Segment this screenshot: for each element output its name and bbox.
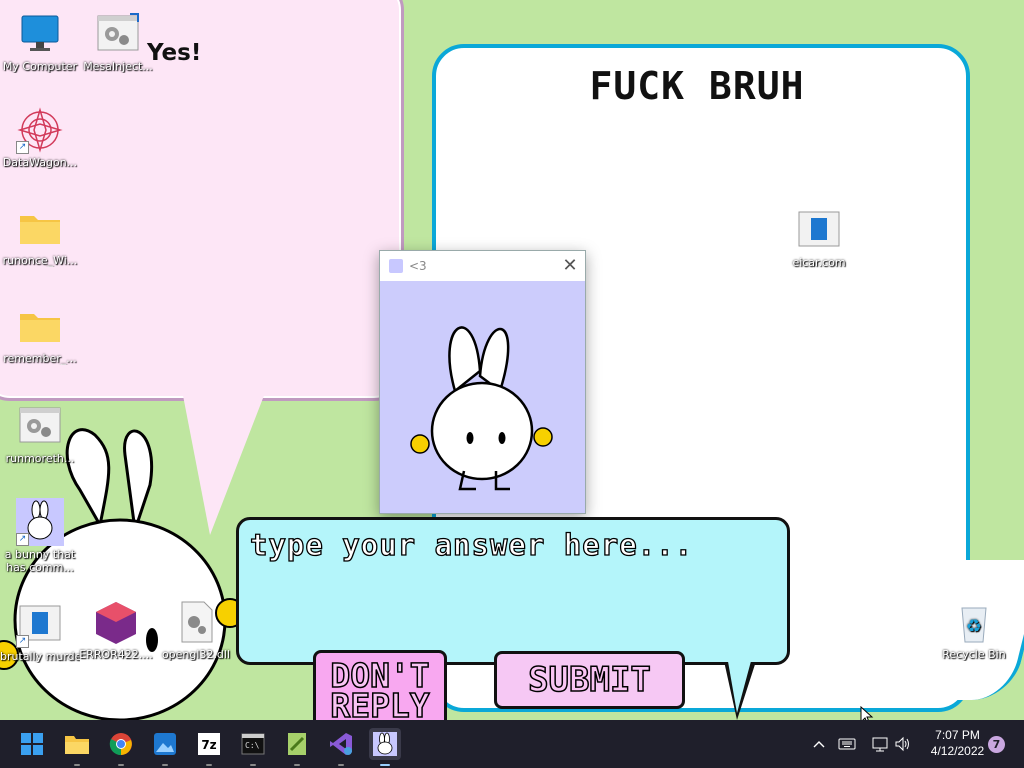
clock-date: 4/12/2022 <box>930 744 985 758</box>
cube-icon <box>92 598 140 646</box>
folder-icon <box>16 302 64 350</box>
bunny-icon: ↗ <box>16 498 64 546</box>
active-indicator <box>380 764 390 766</box>
network-icon <box>872 737 888 752</box>
datawagon-shortcut[interactable]: ↗ DataWagon... <box>0 106 80 169</box>
bunny-illustration <box>410 326 553 491</box>
runmoreth-shortcut[interactable]: runmoreth... <box>0 402 80 465</box>
recycle-bin[interactable]: ♻ Recycle Bin <box>934 598 1014 661</box>
monitor-icon <box>16 10 64 58</box>
dialog-body <box>380 281 585 513</box>
photos-icon <box>154 733 176 755</box>
blue-document-icon: ↗ <box>16 600 64 648</box>
volume-button[interactable] <box>894 720 912 768</box>
remember-folder-shortcut[interactable]: remember_... <box>0 302 80 365</box>
visual-studio-icon <box>330 733 352 755</box>
svg-text:7z: 7z <box>201 738 216 752</box>
submit-button[interactable]: SUBMIT <box>494 651 685 709</box>
dialog-title: <3 <box>409 258 427 273</box>
file-explorer-taskbar-button[interactable] <box>61 728 93 766</box>
gear-application-icon <box>16 402 64 450</box>
mesainject-shortcut[interactable]: MesaInject... <box>78 10 158 73</box>
visual-studio-taskbar-button[interactable] <box>325 728 357 766</box>
running-indicator <box>206 764 212 766</box>
taskbar: 7z C:\ 7:07 PM 4/12/2022 <box>0 720 1024 768</box>
speaker-icon <box>895 736 909 752</box>
bunny-dialog-window: <3 ✕ <box>379 250 586 514</box>
gear-file-icon <box>172 598 220 646</box>
error422-shortcut[interactable]: ERROR422.... <box>76 598 156 661</box>
answer-input[interactable] <box>248 524 772 566</box>
dialog-titlebar[interactable]: <3 ✕ <box>380 251 585 280</box>
keyboard-icon <box>838 738 856 750</box>
notepad-plus-taskbar-button[interactable] <box>281 728 313 766</box>
gear-application-icon <box>94 10 142 58</box>
svg-text:C:\: C:\ <box>245 741 260 750</box>
bunny-app-icon <box>373 732 397 756</box>
clock-time: 7:07 PM <box>935 728 980 742</box>
start-button[interactable] <box>16 728 48 760</box>
chrome-taskbar-button[interactable] <box>105 728 137 766</box>
network-button[interactable] <box>871 720 889 768</box>
close-button[interactable]: ✕ <box>555 251 585 280</box>
mandala-icon: ↗ <box>16 106 64 154</box>
folder-icon <box>65 736 89 754</box>
blue-document-icon <box>795 206 843 254</box>
show-hidden-icons-button[interactable] <box>812 720 826 768</box>
notepad-plus-icon <box>288 733 306 755</box>
bunny-app-taskbar-button[interactable] <box>369 728 401 766</box>
photos-taskbar-button[interactable] <box>149 728 181 766</box>
terminal-taskbar-button[interactable]: C:\ <box>237 728 269 766</box>
answer-bubble-tail <box>726 650 754 713</box>
running-indicator <box>294 764 300 766</box>
running-indicator <box>338 764 344 766</box>
heading-caption: FUCK BRUH <box>589 64 805 108</box>
brutally-murder-shortcut[interactable]: ↗ brutally murder... <box>0 600 80 663</box>
running-indicator <box>118 764 124 766</box>
svg-text:♻: ♻ <box>966 616 982 637</box>
my-computer-shortcut[interactable]: My Computer <box>0 10 80 73</box>
notification-badge[interactable]: 7 <box>988 736 1005 753</box>
folder-icon <box>16 204 64 252</box>
chevron-up-icon <box>813 741 825 748</box>
bunny-app-icon <box>389 258 403 273</box>
terminal-icon: C:\ <box>241 733 265 755</box>
running-indicator <box>250 764 256 766</box>
windows-start-icon <box>21 733 43 755</box>
running-indicator <box>162 764 168 766</box>
opengl32-dll-file[interactable]: opengl32.dll <box>156 598 236 661</box>
taskbar-clock[interactable]: 7:07 PM 4/12/2022 <box>920 727 995 759</box>
running-indicator <box>74 764 80 766</box>
7zip-taskbar-button[interactable]: 7z <box>193 728 225 766</box>
eicar-com-file[interactable]: eicar.com <box>779 206 859 269</box>
chrome-icon <box>109 733 132 756</box>
runonce-folder-shortcut[interactable]: runonce_Wi... <box>0 204 80 267</box>
bunny-shortcut[interactable]: ↗ a bunny that has comm... <box>0 498 80 574</box>
keyboard-input-button[interactable] <box>838 720 856 768</box>
7zip-icon: 7z <box>198 733 220 755</box>
recycle-bin-icon: ♻ <box>950 598 998 646</box>
